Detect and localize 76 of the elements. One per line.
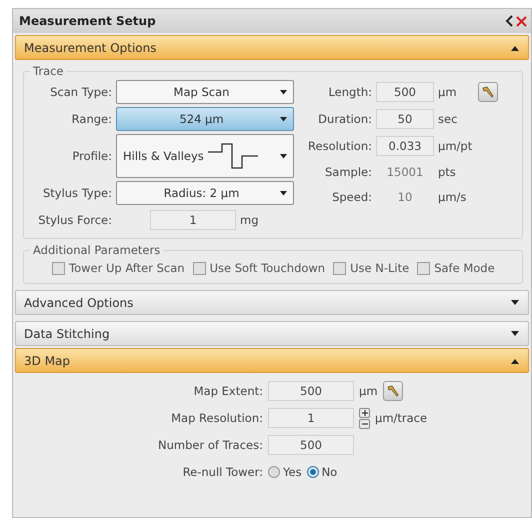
tool-button[interactable] <box>382 381 403 401</box>
section-title: Data Stitching <box>24 326 110 340</box>
field-label: Map Resolution: <box>170 411 263 425</box>
unit-label: µm <box>438 85 458 99</box>
section-header[interactable]: Measurement Options <box>15 35 529 60</box>
unit-label: µm/trace <box>375 411 428 425</box>
checkbox[interactable] <box>333 262 346 274</box>
input-field[interactable]: 500 <box>376 82 434 102</box>
field-label: Sample: <box>324 165 372 179</box>
field-label: Stylus Force: <box>37 213 112 227</box>
field-label: Number of Traces: <box>157 438 263 452</box>
unit-label: µm/pt <box>438 139 474 153</box>
group-title: Trace <box>32 64 65 78</box>
checkbox[interactable] <box>52 262 65 274</box>
group-title: Additional Parameters <box>32 243 162 257</box>
field-label: Stylus Type: <box>42 186 112 200</box>
section-title: Advanced Options <box>24 296 134 310</box>
plus-icon <box>362 410 368 416</box>
field-label: Re-null Tower: <box>182 465 263 479</box>
field-label: Range: <box>70 112 112 126</box>
panel-title: Measurement Setup <box>19 14 156 28</box>
field-label: Length: <box>327 85 372 99</box>
unit-label: µm/s <box>438 190 468 204</box>
close-icon[interactable] <box>516 16 527 26</box>
checkbox-label: Use Soft Touchdown <box>210 261 326 275</box>
section-title: Measurement Options <box>24 40 156 54</box>
input-field[interactable]: 0.033 <box>376 136 434 156</box>
field-label: Scan Type: <box>49 85 112 99</box>
checkbox-label: Safe Mode <box>434 261 495 275</box>
unit-label: sec <box>438 112 458 126</box>
radio-label: No <box>322 465 338 479</box>
input-field[interactable]: 500 <box>268 435 354 455</box>
wrench-icon <box>386 384 400 398</box>
section-header[interactable]: 3D Map <box>15 348 529 373</box>
radio-button[interactable] <box>268 466 280 478</box>
dropdown[interactable]: Map Scan <box>116 80 294 104</box>
section-header[interactable]: Advanced Options <box>15 290 529 315</box>
input-field[interactable]: 1 <box>268 408 354 428</box>
dropdown[interactable]: Hills & Valleys <box>116 134 294 178</box>
unit-label: pts <box>438 165 457 179</box>
field-label: Speed: <box>331 190 372 204</box>
radio-label: Yes <box>283 465 302 479</box>
decrement-button[interactable] <box>359 418 370 428</box>
expand-arrow-icon[interactable] <box>510 330 520 336</box>
field-label: Duration: <box>317 112 372 126</box>
field-label: Resolution: <box>307 139 372 153</box>
expand-arrow-icon[interactable] <box>510 300 520 306</box>
checkbox[interactable] <box>417 262 430 274</box>
field-label: Map Extent: <box>192 384 263 398</box>
dropdown-arrow-icon <box>280 90 287 94</box>
radio-button[interactable] <box>306 466 319 478</box>
back-chevron-icon[interactable] <box>505 15 514 27</box>
minus-icon <box>362 422 368 424</box>
input-field[interactable]: 1 <box>150 210 236 230</box>
readout-value: 15001 <box>386 164 424 181</box>
input-field[interactable]: 50 <box>376 109 434 129</box>
readout-value: 10 <box>396 189 414 206</box>
field-label: Profile: <box>71 149 112 163</box>
section-header[interactable]: Data Stitching <box>15 321 529 346</box>
dropdown[interactable]: Radius: 2 µm <box>116 181 294 205</box>
dropdown-arrow-icon <box>280 154 287 158</box>
checkbox-label: Use N-Lite <box>350 261 410 275</box>
input-field[interactable]: 500 <box>268 381 354 401</box>
dropdown-arrow-icon <box>280 116 287 122</box>
collapse-arrow-icon[interactable] <box>510 358 520 364</box>
collapse-arrow-icon[interactable] <box>510 44 520 50</box>
unit-label: µm <box>359 384 378 398</box>
checkbox[interactable] <box>192 262 206 274</box>
dropdown[interactable]: 524 µm <box>116 107 294 131</box>
unit-label: mg <box>240 213 259 227</box>
increment-button[interactable] <box>359 408 370 418</box>
wrench-icon <box>481 85 495 99</box>
tool-button[interactable] <box>478 82 498 102</box>
dropdown-arrow-icon <box>280 190 287 196</box>
section-title: 3D Map <box>24 354 70 368</box>
checkbox-label: Tower Up After Scan <box>69 261 185 275</box>
